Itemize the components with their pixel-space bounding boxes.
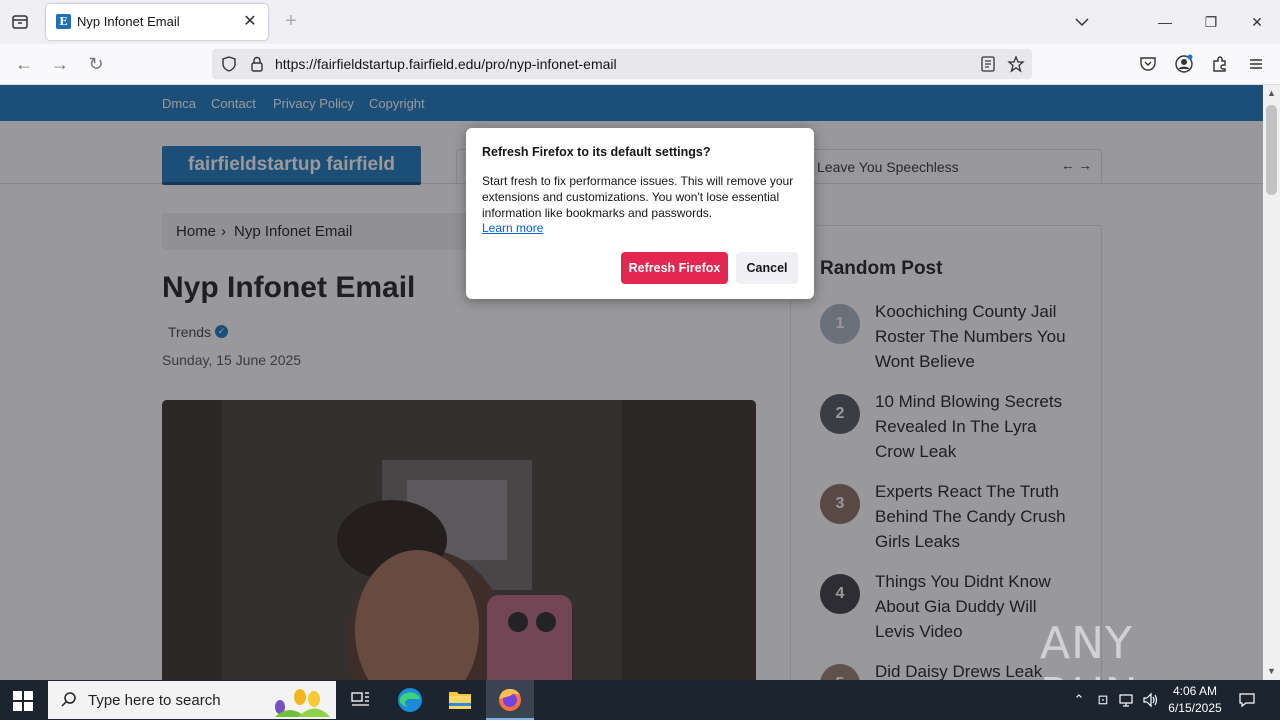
- browser-tab-bar: E Nyp Infonet Email ✕ + — ❐ ✕: [0, 0, 1280, 44]
- taskbar-search-box[interactable]: Type here to search: [48, 681, 336, 719]
- lock-icon[interactable]: [248, 55, 266, 73]
- url-bar[interactable]: https://fairfieldstartup.fairfield.edu/p…: [212, 49, 1032, 79]
- chevron-down-icon[interactable]: [1072, 12, 1092, 32]
- reload-icon[interactable]: ↻: [85, 53, 107, 75]
- browser-nav-bar: ← → ↻ https://fairfieldstartup.fairfield…: [0, 44, 1280, 85]
- firefox-icon[interactable]: [486, 680, 534, 720]
- tulip-decoration-icon: [270, 685, 332, 717]
- cancel-button[interactable]: Cancel: [736, 252, 798, 284]
- scroll-thumb[interactable]: [1266, 105, 1277, 195]
- windows-taskbar: Type here to search ⌃ ⊡ 4:06 AM 6/15/202…: [0, 680, 1280, 720]
- tab-list-icon[interactable]: [10, 12, 30, 32]
- learn-more-link[interactable]: Learn more: [482, 221, 543, 235]
- window-close-icon[interactable]: ✕: [1245, 10, 1269, 34]
- tray-device-icon[interactable]: ⊡: [1094, 691, 1112, 709]
- tray-chevron-up-icon[interactable]: ⌃: [1070, 691, 1088, 709]
- tab-title: Nyp Infonet Email: [77, 14, 180, 29]
- forward-icon[interactable]: →: [49, 53, 71, 75]
- volume-icon[interactable]: [1142, 691, 1160, 709]
- network-icon[interactable]: [1118, 691, 1136, 709]
- new-tab-icon[interactable]: +: [280, 10, 302, 32]
- taskbar-clock[interactable]: 4:06 AM 6/15/2025: [1166, 683, 1224, 717]
- active-tab[interactable]: E Nyp Infonet Email ✕: [46, 4, 268, 40]
- url-text[interactable]: https://fairfieldstartup.fairfield.edu/p…: [275, 56, 617, 72]
- page-scrollbar[interactable]: ▲ ▼: [1263, 85, 1280, 680]
- file-explorer-icon[interactable]: [436, 680, 484, 720]
- bookmark-star-icon[interactable]: [1007, 55, 1025, 73]
- scroll-down-icon[interactable]: ▼: [1266, 666, 1277, 677]
- taskbar-search-placeholder: Type here to search: [88, 692, 221, 709]
- windows-start-icon[interactable]: [12, 690, 34, 712]
- dialog-title: Refresh Firefox to its default settings?: [482, 145, 711, 159]
- minimize-icon[interactable]: —: [1153, 10, 1177, 34]
- anyrun-watermark: ANY RUN: [1040, 610, 1240, 720]
- task-view-icon[interactable]: [336, 680, 384, 720]
- menu-icon[interactable]: [1246, 54, 1266, 74]
- shield-icon[interactable]: [220, 55, 238, 73]
- scroll-up-icon[interactable]: ▲: [1266, 88, 1277, 99]
- account-icon[interactable]: [1174, 54, 1194, 74]
- notification-icon[interactable]: [1238, 691, 1256, 709]
- dialog-body: Start fresh to fix performance issues. T…: [482, 174, 794, 220]
- refresh-firefox-button[interactable]: Refresh Firefox: [621, 252, 728, 284]
- clock-time: 4:06 AM: [1172, 684, 1218, 698]
- back-icon[interactable]: ←: [13, 53, 35, 75]
- restore-icon[interactable]: ❐: [1199, 10, 1223, 34]
- edge-icon[interactable]: [386, 680, 434, 720]
- clock-date: 6/15/2025: [1168, 701, 1222, 715]
- search-icon: [60, 691, 78, 709]
- tab-close-icon[interactable]: ✕: [240, 12, 260, 32]
- pocket-icon[interactable]: [1138, 54, 1158, 74]
- tab-favicon-icon: E: [56, 14, 71, 29]
- reader-view-icon[interactable]: [979, 55, 997, 73]
- extensions-icon[interactable]: [1210, 54, 1230, 74]
- refresh-firefox-dialog: Refresh Firefox to its default settings?…: [466, 128, 814, 299]
